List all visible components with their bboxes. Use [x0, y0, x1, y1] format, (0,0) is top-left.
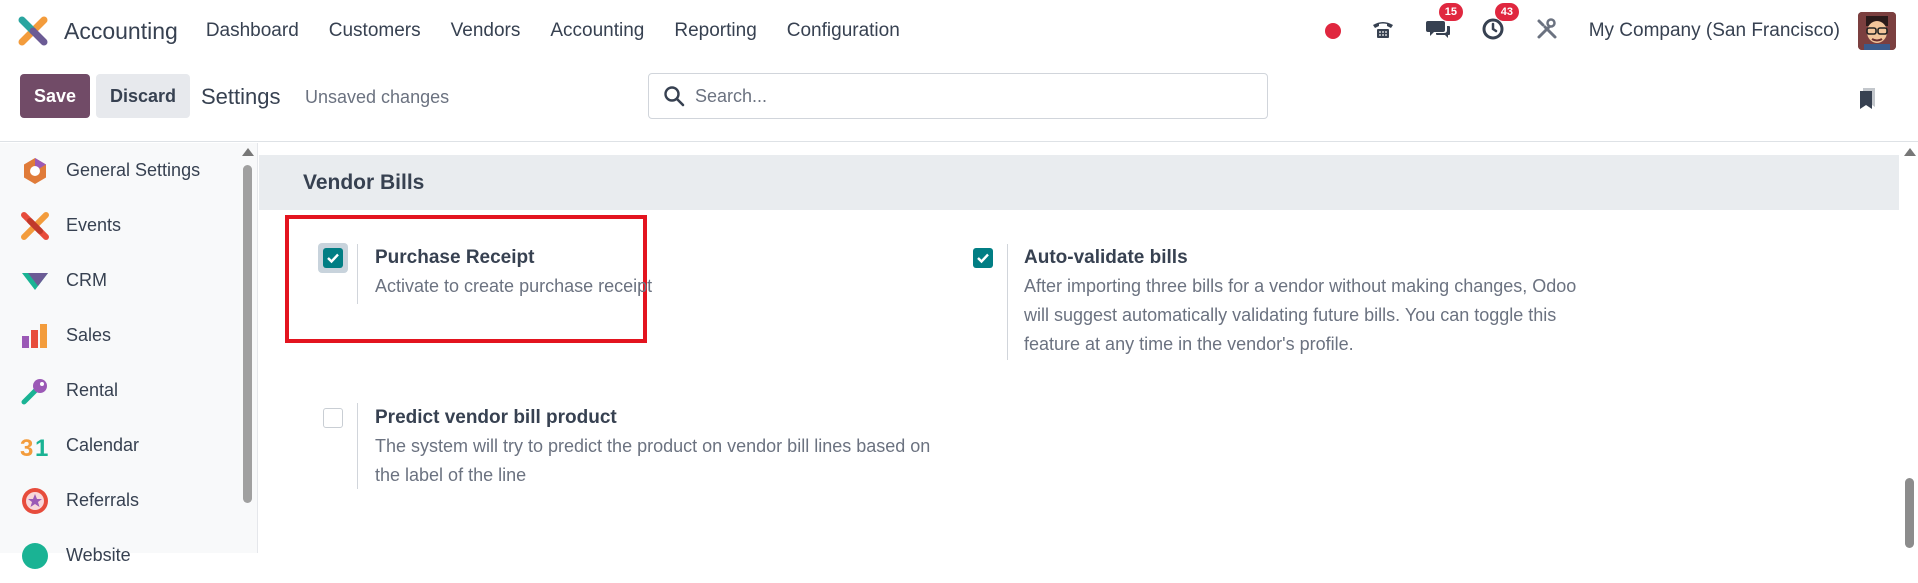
sidebar-scroll-up-icon[interactable] [242, 148, 254, 156]
sidebar-item-label: Calendar [66, 435, 140, 455]
sidebar-item-crm[interactable]: CRM [0, 253, 240, 308]
systray: 15 43 My Company (San Francisco) [1324, 0, 1918, 62]
company-switcher[interactable]: My Company (San Francisco) [1589, 20, 1840, 42]
setting-description: After importing three bills for a vendor… [1024, 276, 1577, 354]
section-header: Vendor Bills [259, 155, 1899, 210]
sidebar-item-label: Sales [66, 325, 112, 345]
setting-divider [1007, 244, 1008, 360]
events-icon [20, 211, 50, 241]
website-icon [20, 541, 50, 571]
setting-title: Purchase Receipt [375, 247, 535, 268]
setting-description: The system will try to predict the produ… [375, 436, 931, 485]
control-panel: Save Discard Settings Unsaved changes [0, 62, 1918, 142]
crm-icon [20, 266, 50, 296]
menu-item-customers[interactable]: Customers [329, 20, 421, 42]
tools-icon [1535, 17, 1559, 46]
sidebar-item-events[interactable]: Events [0, 198, 240, 253]
setting-title: Predict vendor bill product [375, 407, 617, 428]
sidebar-item-label: Website [66, 545, 131, 565]
setting-divider [357, 403, 358, 489]
page-title: Settings [201, 84, 281, 109]
menu-item-accounting[interactable]: Accounting [550, 20, 644, 42]
rental-icon [20, 376, 50, 406]
general-settings-icon [20, 156, 50, 186]
sidebar-scrollbar-thumb[interactable] [243, 165, 252, 503]
setting-title: Auto-validate bills [1024, 247, 1188, 268]
clock-icon [1481, 17, 1505, 46]
app-brand[interactable]: Accounting [18, 16, 178, 46]
debug-tools-button[interactable] [1535, 17, 1559, 46]
accounting-app-icon [18, 16, 48, 46]
messages-button[interactable]: 15 [1425, 2, 1463, 46]
activities-button[interactable]: 43 [1481, 2, 1519, 46]
sales-icon [20, 321, 50, 351]
app-name: Accounting [64, 17, 178, 44]
sidebar-item-label: CRM [66, 270, 107, 290]
svg-text:1: 1 [35, 435, 48, 461]
sidebar-item-label: General Settings [66, 160, 201, 180]
discard-button[interactable]: Discard [96, 74, 190, 118]
predict-vendor-bill-product-checkbox[interactable] [323, 408, 343, 428]
phone-icon [1371, 17, 1395, 46]
auto-validate-bills-checkbox[interactable] [973, 248, 993, 268]
sidebar-item-label: Rental [66, 380, 119, 400]
sidebar-item-referrals[interactable]: Referrals [0, 473, 240, 528]
recording-indicator[interactable] [1324, 23, 1341, 39]
referrals-icon [20, 486, 50, 516]
sidebar-item-label: Referrals [66, 490, 140, 510]
sidebar-item-rental[interactable]: Rental [0, 363, 240, 418]
settings-search [648, 73, 1268, 119]
section-title: Vendor Bills [303, 171, 425, 194]
menu-item-dashboard[interactable]: Dashboard [206, 20, 299, 42]
sidebar-item-calendar[interactable]: 3 1 Calendar [0, 418, 240, 473]
chat-icon [1425, 17, 1451, 46]
voip-button[interactable] [1371, 17, 1395, 46]
save-button[interactable]: Save [20, 74, 90, 118]
menu-item-reporting[interactable]: Reporting [674, 20, 756, 42]
settings-content: Vendor Bills Purchase Receipt Activate t… [259, 143, 1918, 553]
purchase-receipt-checkbox[interactable] [323, 248, 343, 268]
top-navbar: Accounting Dashboard Customers Vendors A… [0, 0, 1918, 62]
calendar-icon: 3 1 [20, 431, 50, 462]
user-avatar[interactable] [1858, 12, 1896, 50]
settings-sidebar: General Settings Events CRM Sales Rental… [0, 143, 258, 569]
svg-text:3: 3 [20, 435, 33, 461]
main-menu: Dashboard Customers Vendors Accounting R… [206, 20, 930, 42]
main-scroll-up-icon[interactable] [1904, 148, 1916, 156]
sidebar-item-sales[interactable]: Sales [0, 308, 240, 363]
sidebar-item-label: Events [66, 215, 122, 235]
messages-count-badge: 15 [1438, 2, 1463, 21]
activities-count-badge: 43 [1494, 2, 1519, 21]
main-scrollbar-thumb[interactable] [1905, 478, 1914, 548]
menu-item-configuration[interactable]: Configuration [787, 20, 900, 42]
setting-divider [357, 244, 358, 304]
setting-description: Activate to create purchase receipt [375, 276, 653, 296]
search-input[interactable] [695, 85, 1255, 107]
menu-item-vendors[interactable]: Vendors [451, 20, 521, 42]
search-icon [663, 85, 685, 107]
record-dot-icon [1324, 23, 1341, 39]
unsaved-changes-indicator: Unsaved changes [305, 87, 450, 107]
bookmark-icon[interactable] [1857, 86, 1879, 110]
sidebar-item-general-settings[interactable]: General Settings [0, 143, 240, 198]
sidebar-item-website[interactable]: Website [0, 528, 240, 583]
